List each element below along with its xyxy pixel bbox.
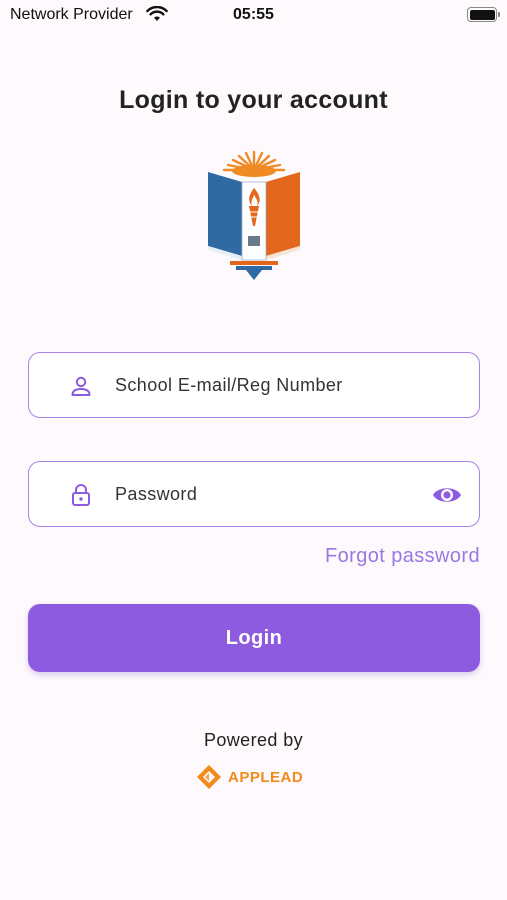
password-placeholder: Password: [115, 484, 198, 504]
user-icon: [71, 376, 91, 396]
status-time: 05:55: [233, 6, 274, 23]
brand-name: APPLEAD: [228, 768, 304, 786]
email-field[interactable]: School E-mail/Reg Number: [28, 352, 480, 418]
password-field[interactable]: Password: [28, 461, 480, 527]
school-crest-logo: [186, 140, 322, 290]
login-button[interactable]: Login: [28, 604, 480, 672]
forgot-password-link[interactable]: Forgot password: [325, 545, 480, 568]
battery-icon: [467, 7, 500, 22]
applead-logo: [197, 765, 221, 789]
lock-icon: [72, 484, 90, 506]
brand-logo: APPLEAD: [196, 762, 303, 792]
eye-icon[interactable]: [431, 481, 463, 509]
status-bar: Network Provider 05:55: [0, 0, 507, 30]
page-title: Login to your account: [119, 86, 388, 114]
email-placeholder: School E-mail/Reg Number: [115, 375, 343, 395]
powered-by-label: Powered by: [203, 730, 304, 750]
